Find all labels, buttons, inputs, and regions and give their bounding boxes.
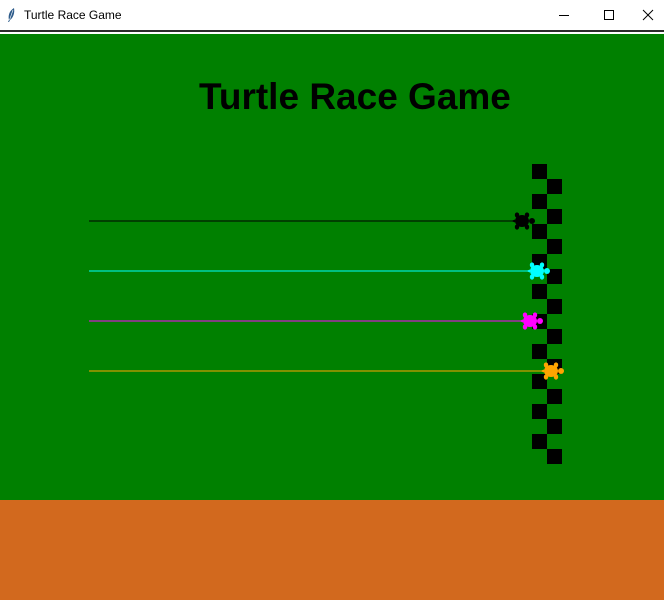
- window-title: Turtle Race Game: [24, 8, 122, 22]
- app-window: Turtle Race Game Turtle Race Game: [0, 0, 664, 600]
- finish-line-square: [532, 344, 547, 359]
- finish-line-square: [547, 209, 562, 224]
- maximize-button[interactable]: [586, 0, 632, 30]
- game-canvas[interactable]: Turtle Race Game: [0, 34, 664, 600]
- finish-line-square: [532, 224, 547, 239]
- title-bar[interactable]: Turtle Race Game: [0, 0, 664, 32]
- race-scene: [89, 164, 564, 464]
- finish-line-square: [532, 194, 547, 209]
- feather-icon: [8, 8, 15, 22]
- turtle: [511, 212, 535, 230]
- finish-line-square: [532, 284, 547, 299]
- finish-line-square: [547, 299, 562, 314]
- close-button[interactable]: [631, 0, 664, 30]
- minimize-button[interactable]: [541, 0, 587, 30]
- finish-line-square: [547, 419, 562, 434]
- maximize-icon: [604, 10, 614, 20]
- finish-line-square: [547, 329, 562, 344]
- finish-line-square: [547, 389, 562, 404]
- finish-line-square: [547, 239, 562, 254]
- finish-line-square: [532, 164, 547, 179]
- finish-line-square: [547, 179, 562, 194]
- close-icon: [642, 9, 653, 21]
- finish-line-square: [547, 449, 562, 464]
- minimize-icon: [559, 15, 569, 16]
- finish-line-square: [532, 434, 547, 449]
- finish-line-square: [532, 404, 547, 419]
